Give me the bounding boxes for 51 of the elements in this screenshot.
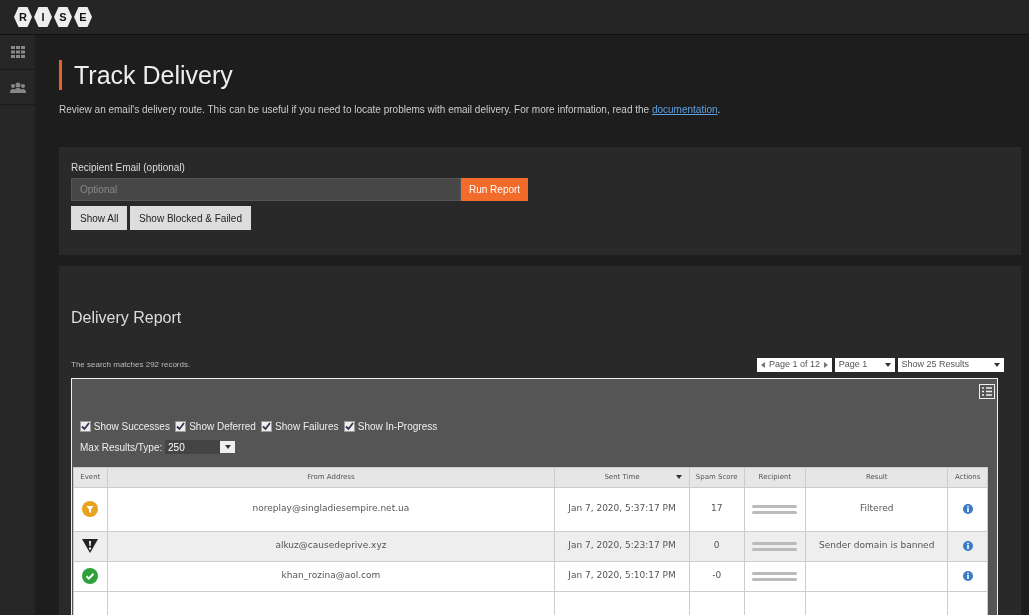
table-cell: Jan 7, 2020, 5:23:17 PM [554, 531, 690, 561]
checkbox[interactable] [343, 421, 355, 432]
page-size-select[interactable]: Show 25 Results [897, 358, 1004, 372]
checkbox-label: Show In-Progress [357, 420, 438, 434]
next-icon[interactable] [824, 362, 828, 368]
table-cell: 17 [689, 487, 745, 531]
table-cell: noreplay@singladiesempire.net.ua [107, 487, 555, 531]
list-icon[interactable] [979, 384, 995, 399]
page-description: Review an email's delivery route. This can be useful if you need to locate problems with email delivery. For more information, read the documentation. [59, 103, 722, 117]
logo-letter: R [14, 7, 32, 27]
checkbox-label: Show Failures [275, 420, 339, 434]
sort-caret-icon [675, 475, 682, 479]
dropdown-button[interactable] [220, 441, 235, 453]
filter-button[interactable]: Show Blocked & Failed [130, 206, 251, 230]
logo-letter: I [34, 7, 52, 27]
result-summary: The search matches 292 records. [71, 359, 191, 371]
checkbox[interactable] [80, 421, 91, 432]
logo-letter: E [74, 7, 92, 27]
table-cell: Filtered [860, 503, 894, 514]
warning-icon [82, 539, 99, 553]
checkbox[interactable] [175, 421, 187, 432]
page-select[interactable]: Page 1 [834, 358, 895, 372]
grid-icon [10, 46, 25, 58]
table-cell: -0 [689, 561, 745, 591]
info-icon[interactable] [962, 503, 973, 514]
check-icon [82, 568, 99, 584]
checkbox-label: Show Deferred [189, 420, 256, 434]
filter-button[interactable]: Show All [71, 206, 128, 230]
checkbox-label: Show Successes [93, 420, 170, 434]
table-cell: 0 [689, 531, 745, 561]
email-input[interactable]: Optional [71, 177, 461, 201]
table-cell: khan_rozina@aol.com [107, 561, 555, 591]
info-icon[interactable] [962, 540, 973, 551]
report-title: Delivery Report [71, 308, 183, 328]
table-cell: Jan 7, 2020, 5:37:17 PM [554, 487, 690, 531]
prev-icon[interactable] [760, 362, 765, 368]
people-icon [9, 81, 26, 93]
filter-icon [82, 501, 99, 517]
documentation-link[interactable]: documentation [651, 104, 718, 115]
logo-letter: S [54, 7, 72, 27]
max-results-label: Max Results/Type: [80, 440, 163, 455]
table-cell: Sender domain is banned [819, 540, 935, 551]
pager[interactable]: Page 1 of 12 [756, 358, 832, 372]
checkbox[interactable] [261, 421, 273, 432]
table-cell: Jan 7, 2020, 5:10:17 PM [554, 561, 690, 591]
pager-text: Page 1 of 12 [768, 358, 820, 372]
max-results-select[interactable]: 250 [165, 440, 220, 454]
field-label: Recipient Email (optional) [71, 160, 186, 175]
table-cell: alkuz@causedeprive.xyz [107, 531, 555, 561]
page-title: Track Delivery [59, 60, 1021, 90]
info-icon[interactable] [962, 570, 973, 581]
